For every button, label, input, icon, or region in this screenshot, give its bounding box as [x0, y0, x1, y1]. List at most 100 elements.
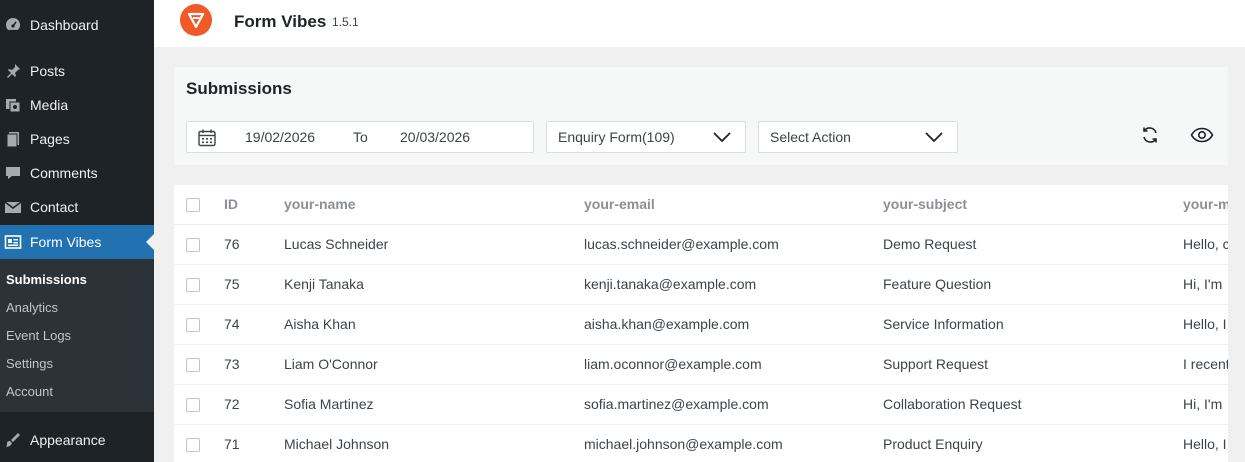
- sidebar-item-posts[interactable]: Posts: [0, 54, 154, 88]
- refresh-icon: [1140, 125, 1160, 150]
- action-select[interactable]: Select Action: [758, 121, 958, 153]
- table-row[interactable]: 71 Michael Johnson michael.johnson@examp…: [174, 425, 1228, 462]
- cell-name: Kenji Tanaka: [284, 276, 364, 292]
- cell-email: sofia.martinez@example.com: [584, 396, 769, 412]
- date-from-input[interactable]: 19/02/2026: [245, 129, 315, 145]
- refresh-button[interactable]: [1138, 125, 1162, 149]
- form-vibes-logo-icon: [180, 4, 212, 36]
- table-row[interactable]: 76 Lucas Schneider lucas.schneider@examp…: [174, 225, 1228, 265]
- chevron-down-icon: [925, 130, 943, 147]
- form-icon: [3, 232, 23, 252]
- column-header-name[interactable]: your-name: [284, 196, 356, 212]
- app-header: Form Vibes 1.5.1: [154, 0, 1245, 47]
- cell-message: Hi, I'm: [1183, 276, 1223, 292]
- eye-icon: [1190, 126, 1214, 149]
- cell-id: 71: [224, 436, 240, 452]
- row-checkbox[interactable]: [186, 358, 200, 372]
- cell-id: 73: [224, 356, 240, 372]
- form-vibes-submenu: Submissions Analytics Event Logs Setting…: [0, 259, 154, 412]
- cell-name: Liam O'Connor: [284, 356, 378, 372]
- pages-icon: [3, 129, 23, 149]
- cell-email: kenji.tanaka@example.com: [584, 276, 757, 292]
- calendar-icon[interactable]: [197, 128, 217, 151]
- submenu-item-event-logs[interactable]: Event Logs: [6, 328, 71, 343]
- sidebar-item-appearance[interactable]: Appearance: [0, 423, 154, 457]
- submenu-item-settings[interactable]: Settings: [6, 356, 53, 371]
- column-header-id[interactable]: ID: [224, 196, 238, 212]
- sidebar-item-label: Appearance: [30, 432, 106, 448]
- row-checkbox[interactable]: [186, 318, 200, 332]
- cell-id: 74: [224, 316, 240, 332]
- row-checkbox[interactable]: [186, 238, 200, 252]
- row-checkbox[interactable]: [186, 398, 200, 412]
- date-range-picker[interactable]: 19/02/2026 To 20/03/2026: [186, 121, 534, 153]
- sidebar-item-label: Form Vibes: [30, 234, 102, 250]
- sidebar-item-label: Pages: [30, 131, 70, 147]
- cell-email: michael.johnson@example.com: [584, 436, 783, 452]
- cell-id: 76: [224, 236, 240, 252]
- chevron-down-icon: [713, 130, 731, 147]
- table-row[interactable]: 73 Liam O'Connor liam.oconnor@example.co…: [174, 345, 1228, 385]
- cell-subject: Service Information: [883, 316, 1004, 332]
- action-select-value: Select Action: [770, 129, 851, 145]
- cell-name: Sofia Martinez: [284, 396, 374, 412]
- table-row[interactable]: 74 Aisha Khan aisha.khan@example.com Ser…: [174, 305, 1228, 345]
- sidebar-item-media[interactable]: Media: [0, 88, 154, 122]
- pin-icon: [3, 61, 23, 81]
- sidebar-item-label: Dashboard: [30, 17, 99, 33]
- sidebar-item-form-vibes[interactable]: Form Vibes: [0, 225, 154, 259]
- form-select-value: Enquiry Form(109): [558, 129, 675, 145]
- date-to-input[interactable]: 20/03/2026: [400, 129, 470, 145]
- submenu-item-account[interactable]: Account: [6, 384, 53, 399]
- column-header-message[interactable]: your-m: [1183, 196, 1228, 212]
- submenu-item-submissions[interactable]: Submissions: [6, 272, 87, 287]
- sidebar-item-label: Posts: [30, 63, 66, 79]
- submissions-table: ID your-name your-email your-subject you…: [174, 185, 1228, 462]
- form-select[interactable]: Enquiry Form(109): [546, 121, 746, 153]
- sidebar-item-label: Contact: [30, 199, 79, 215]
- column-header-subject[interactable]: your-subject: [883, 196, 967, 212]
- cell-id: 75: [224, 276, 240, 292]
- sidebar-item-label: Comments: [30, 165, 98, 181]
- column-header-email[interactable]: your-email: [584, 196, 655, 212]
- submenu-item-analytics[interactable]: Analytics: [6, 300, 58, 315]
- cell-name: Aisha Khan: [284, 316, 356, 332]
- select-all-checkbox[interactable]: [186, 198, 200, 212]
- table-row[interactable]: 75 Kenji Tanaka kenji.tanaka@example.com…: [174, 265, 1228, 305]
- cell-subject: Collaboration Request: [883, 396, 1022, 412]
- brush-icon: [3, 430, 23, 450]
- cell-email: lucas.schneider@example.com: [584, 236, 779, 252]
- app-title: Form Vibes: [234, 12, 327, 31]
- sidebar-item-pages[interactable]: Pages: [0, 122, 154, 156]
- submissions-filter-panel: Submissions 19/02/2026 To 20/03/2026 Enq…: [174, 67, 1228, 165]
- table-row[interactable]: 72 Sofia Martinez sofia.martinez@example…: [174, 385, 1228, 425]
- admin-sidebar: Dashboard Posts Media Pages Comments Con…: [0, 0, 154, 462]
- cell-message: Hi, I'm: [1183, 396, 1223, 412]
- page-title: Submissions: [186, 79, 292, 98]
- cell-message: Hello, c: [1183, 236, 1228, 252]
- date-to-label: To: [353, 129, 368, 145]
- cell-message: Hello, I: [1183, 436, 1227, 452]
- cell-email: liam.oconnor@example.com: [584, 356, 762, 372]
- cell-message: I recent: [1183, 356, 1228, 372]
- dashboard-icon: [3, 15, 23, 35]
- sidebar-item-contact[interactable]: Contact: [0, 190, 154, 224]
- cell-name: Lucas Schneider: [284, 236, 389, 252]
- cell-subject: Support Request: [883, 356, 989, 372]
- cell-subject: Feature Question: [883, 276, 992, 292]
- row-checkbox[interactable]: [186, 278, 200, 292]
- cell-email: aisha.khan@example.com: [584, 316, 750, 332]
- sidebar-item-dashboard[interactable]: Dashboard: [0, 8, 154, 42]
- sidebar-item-label: Media: [30, 97, 69, 113]
- sidebar-item-comments[interactable]: Comments: [0, 156, 154, 190]
- cell-message: Hello, I: [1183, 316, 1227, 332]
- cell-name: Michael Johnson: [284, 436, 390, 452]
- app-version: 1.5.1: [332, 15, 359, 29]
- comment-icon: [3, 163, 23, 183]
- cell-id: 72: [224, 396, 240, 412]
- column-visibility-button[interactable]: [1190, 125, 1214, 149]
- cell-subject: Product Enquiry: [883, 436, 983, 452]
- row-checkbox[interactable]: [186, 438, 200, 452]
- cell-subject: Demo Request: [883, 236, 977, 252]
- media-icon: [3, 95, 23, 115]
